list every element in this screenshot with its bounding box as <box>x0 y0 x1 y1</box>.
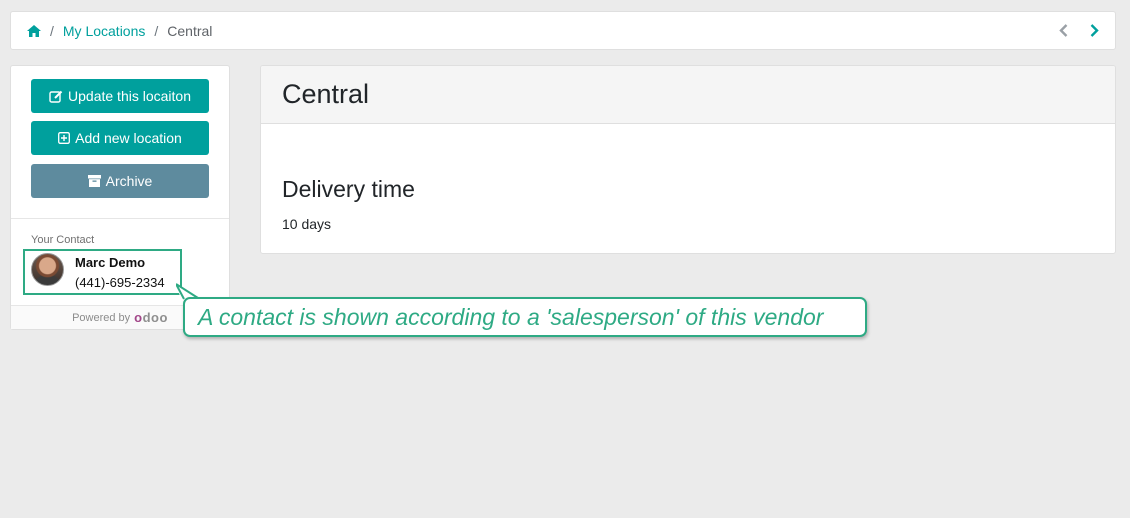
update-location-button[interactable]: Update this locaiton <box>31 79 209 113</box>
odoo-logo[interactable]: odoo <box>134 310 168 325</box>
odoo-logo-text: odoo <box>134 310 168 325</box>
location-card: Central Delivery time 10 days <box>260 65 1116 254</box>
edit-icon <box>49 90 63 103</box>
add-location-button[interactable]: Add new location <box>31 121 209 155</box>
breadcrumb-separator: / <box>154 22 159 39</box>
powered-by-label: Powered by <box>72 311 131 324</box>
contact-card: Marc Demo (441)-695-2334 <box>23 249 182 295</box>
archive-button[interactable]: Archive <box>31 164 209 198</box>
chevron-right-icon[interactable] <box>1090 24 1099 37</box>
breadcrumb: / My Locations / Central <box>10 11 1116 50</box>
avatar <box>31 253 64 286</box>
breadcrumb-my-locations[interactable]: My Locations <box>63 23 145 39</box>
archive-icon <box>87 175 101 187</box>
update-location-label: Update this locaiton <box>68 88 191 104</box>
pager <box>1059 24 1099 37</box>
section-value: 10 days <box>282 216 332 232</box>
contact-name: Marc Demo <box>75 255 146 270</box>
plus-square-icon <box>58 132 71 144</box>
section-title: Delivery time <box>282 176 415 202</box>
callout-text: A contact is shown according to a 'sales… <box>198 303 824 330</box>
chevron-left-icon[interactable] <box>1059 24 1068 37</box>
page-title: Central <box>282 79 370 109</box>
contact-phone[interactable]: (441)-695-2334 <box>75 275 165 290</box>
location-header: Central <box>261 66 1115 124</box>
breadcrumb-current: Central <box>167 22 213 39</box>
contact-label: Your Contact <box>31 234 95 246</box>
callout-annotation: A contact is shown according to a 'sales… <box>183 297 867 337</box>
archive-label: Archive <box>105 173 153 189</box>
breadcrumb-separator: / <box>50 22 54 39</box>
divider <box>11 218 229 219</box>
home-icon[interactable] <box>27 24 41 37</box>
add-location-label: Add new location <box>75 130 182 146</box>
